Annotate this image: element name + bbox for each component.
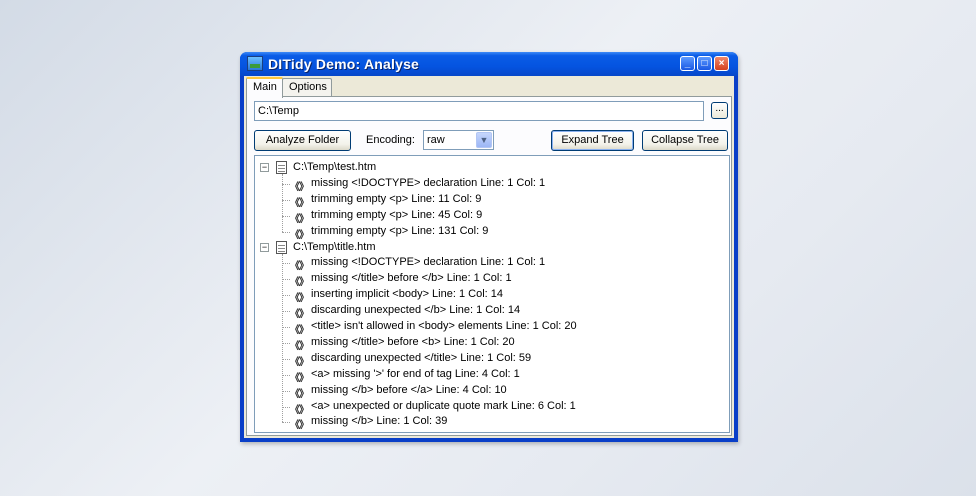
tree-message-node[interactable]: <title> isn't allowed in <body> elements… bbox=[311, 320, 577, 336]
tree-connector bbox=[282, 215, 290, 217]
collapse-expander-icon[interactable]: − bbox=[260, 242, 269, 252]
folder-path-input[interactable]: C:\Temp bbox=[254, 101, 704, 121]
message-icon: 《》 bbox=[290, 340, 309, 352]
tree-message-node[interactable]: missing </title> before <b> Line: 1 Col:… bbox=[311, 336, 515, 352]
tree-connector bbox=[282, 174, 283, 232]
tree-message-node[interactable]: trimming empty <p> Line: 131 Col: 9 bbox=[311, 225, 488, 241]
message-icon: 《》 bbox=[290, 213, 309, 225]
tree-message-node[interactable]: missing <!DOCTYPE> declaration Line: 1 C… bbox=[311, 256, 545, 272]
tree-message-node[interactable]: missing <!DOCTYPE> declaration Line: 1 C… bbox=[311, 177, 545, 193]
message-icon: 《》 bbox=[290, 229, 309, 241]
tree-connector bbox=[282, 327, 290, 328]
tree-connector bbox=[282, 263, 290, 265]
tree-message-node[interactable]: discarding unexpected </title> Line: 1 C… bbox=[311, 352, 531, 368]
message-icon: 《》 bbox=[290, 372, 309, 384]
client-area: Main Options C:\Temp ... Analyze Folder … bbox=[244, 76, 734, 438]
message-icon: 《》 bbox=[290, 181, 309, 193]
tree-message-node[interactable]: trimming empty <p> Line: 45 Col: 9 bbox=[311, 209, 482, 225]
encoding-select[interactable]: raw ▼ bbox=[423, 130, 494, 150]
tree-message-node[interactable]: <a> missing '>' for end of tag Line: 4 C… bbox=[311, 368, 520, 384]
tree-connector bbox=[282, 358, 290, 360]
expand-tree-button[interactable]: Expand Tree bbox=[551, 130, 634, 151]
tree-connector bbox=[282, 253, 283, 423]
message-icon: 《》 bbox=[290, 404, 309, 416]
collapse-expander-icon[interactable]: − bbox=[260, 163, 269, 172]
message-icon: 《》 bbox=[290, 325, 309, 336]
message-icon: 《》 bbox=[290, 420, 309, 432]
tree-message-node[interactable]: <a> unexpected or duplicate quote mark L… bbox=[311, 400, 576, 416]
tree-message-node[interactable]: missing </b> before </a> Line: 4 Col: 10 bbox=[311, 384, 507, 400]
tree-message-node[interactable]: missing </title> before </b> Line: 1 Col… bbox=[311, 272, 512, 288]
tree-connector bbox=[282, 390, 290, 392]
tree-connector bbox=[282, 199, 290, 201]
tree-file-node[interactable]: C:\Temp\test.htm bbox=[293, 161, 376, 177]
tree-message-node[interactable]: trimming empty <p> Line: 11 Col: 9 bbox=[311, 193, 481, 209]
close-button[interactable]: × bbox=[714, 56, 729, 71]
message-icon: 《》 bbox=[290, 356, 309, 368]
tab-options[interactable]: Options bbox=[282, 78, 332, 96]
document-icon bbox=[276, 240, 287, 254]
encoding-label: Encoding: bbox=[366, 134, 415, 146]
tree-connector bbox=[282, 231, 290, 233]
browse-button[interactable]: ... bbox=[711, 102, 728, 119]
tree-connector bbox=[282, 279, 290, 281]
document-icon bbox=[276, 161, 287, 174]
minimize-button[interactable]: _ bbox=[680, 56, 695, 71]
tree-connector bbox=[282, 406, 290, 408]
message-icon: 《》 bbox=[290, 388, 309, 400]
tree-connector bbox=[282, 311, 290, 313]
main-panel: C:\Temp ... Analyze Folder Encoding: raw… bbox=[246, 96, 732, 436]
chevron-down-icon[interactable]: ▼ bbox=[476, 132, 492, 148]
message-icon: 《》 bbox=[290, 277, 309, 289]
tab-main[interactable]: Main bbox=[246, 77, 283, 98]
maximize-button[interactable]: □ bbox=[697, 56, 712, 71]
results-tree[interactable]: − C:\Temp\test.htm 《》 missing <!DOCTYPE> de… bbox=[254, 155, 730, 433]
encoding-value: raw bbox=[427, 134, 445, 146]
tree-connector bbox=[282, 183, 290, 185]
tree-connector bbox=[282, 422, 290, 424]
message-icon: 《》 bbox=[290, 261, 309, 273]
window-title: DITidy Demo: Analyse bbox=[268, 56, 420, 72]
tree-message-node[interactable]: missing </b> Line: 1 Col: 39 bbox=[311, 415, 447, 431]
tree-file-node[interactable]: C:\Temp\title.htm bbox=[293, 241, 376, 257]
message-icon: 《》 bbox=[290, 309, 309, 321]
analyze-folder-button[interactable]: Analyze Folder bbox=[254, 130, 351, 151]
app-window: DITidy Demo: Analyse _ □ × Main Options … bbox=[240, 52, 738, 442]
tree-message-node[interactable]: discarding unexpected </b> Line: 1 Col: … bbox=[311, 304, 520, 320]
message-icon: 《》 bbox=[290, 197, 309, 209]
message-icon: 《》 bbox=[290, 293, 309, 305]
app-icon bbox=[247, 56, 263, 71]
tree-connector bbox=[282, 295, 290, 297]
collapse-tree-button[interactable]: Collapse Tree bbox=[642, 130, 728, 151]
title-bar[interactable]: DITidy Demo: Analyse _ □ × bbox=[240, 52, 738, 76]
tree-message-node[interactable]: inserting implicit <body> Line: 1 Col: 1… bbox=[311, 288, 503, 304]
tree-connector bbox=[282, 374, 290, 376]
tree-connector bbox=[282, 342, 290, 344]
